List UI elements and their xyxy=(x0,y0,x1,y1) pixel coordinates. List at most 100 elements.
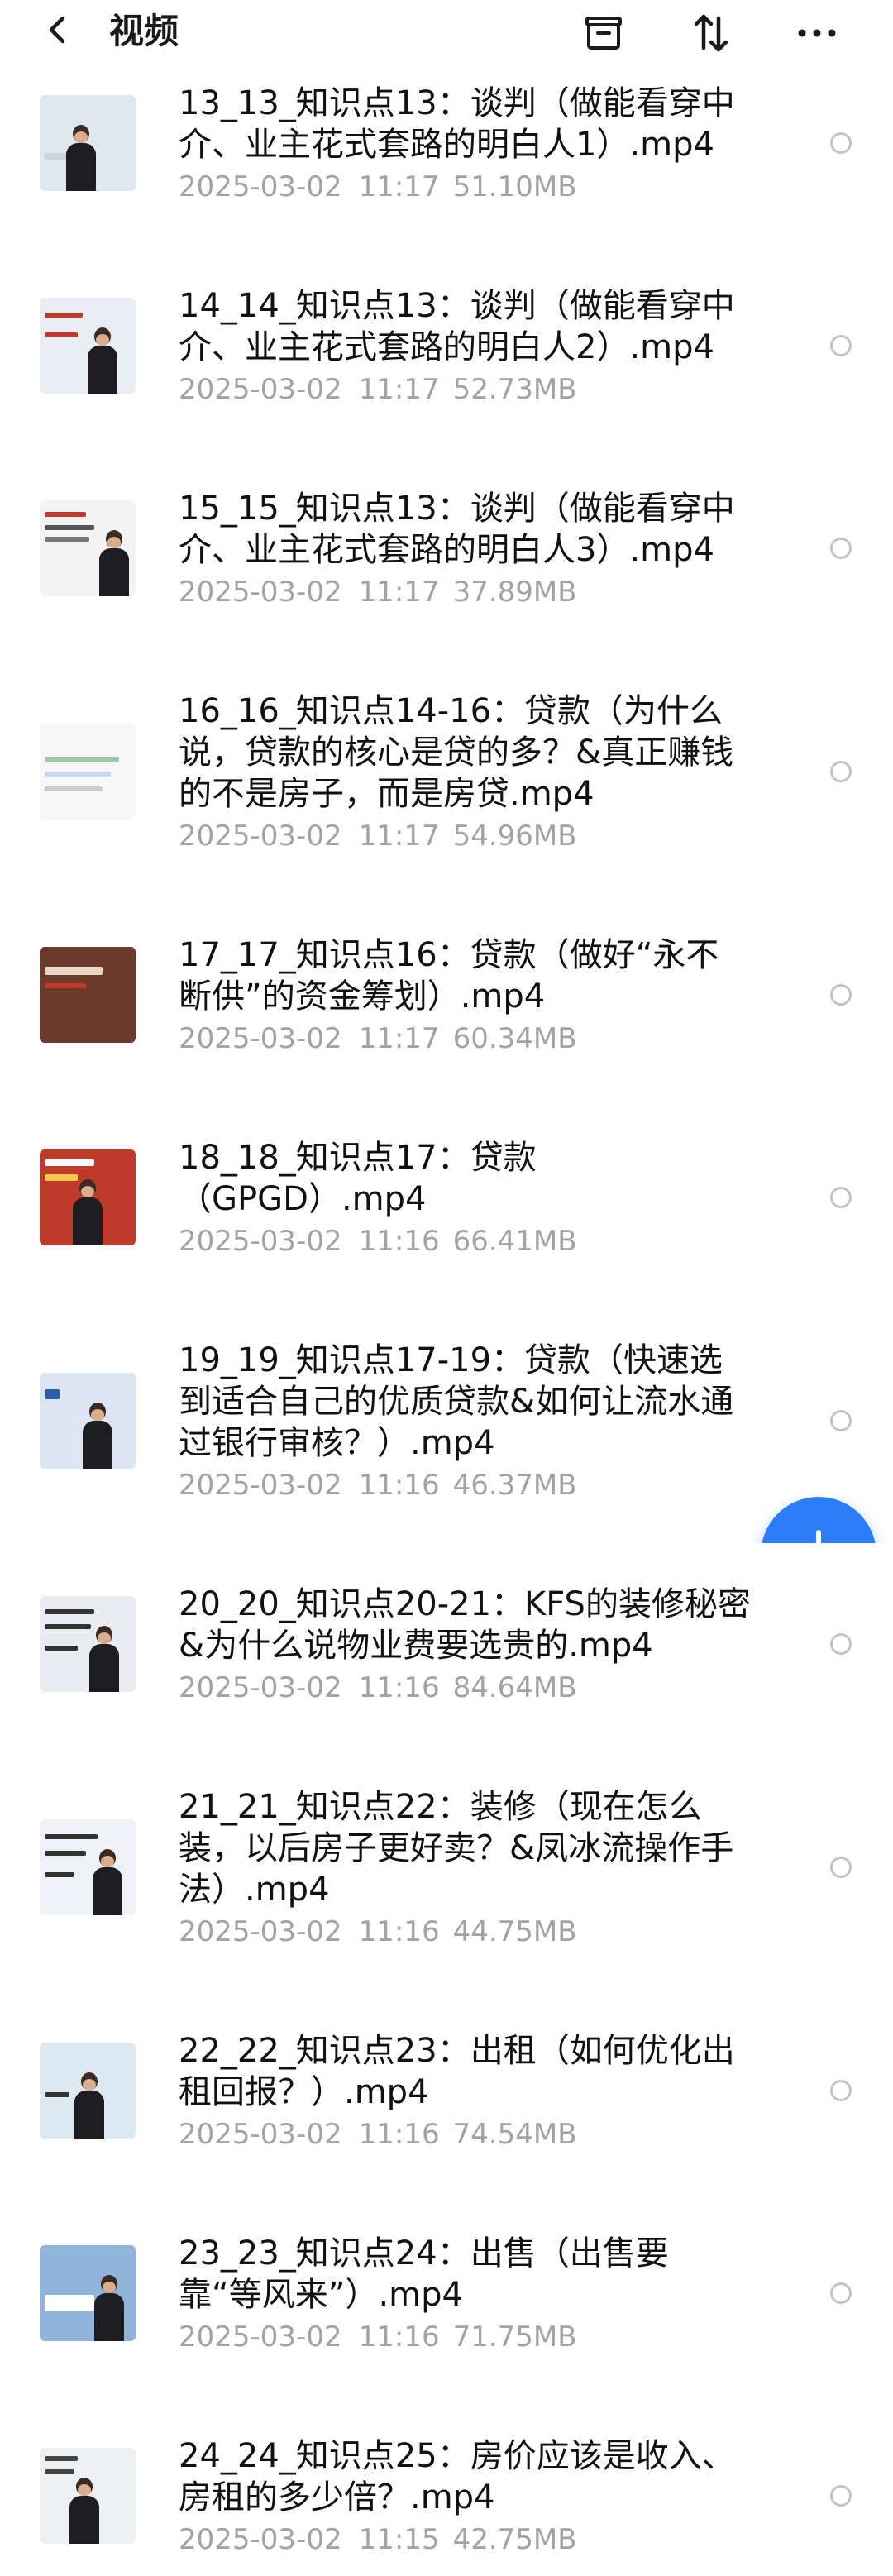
select-radio[interactable] xyxy=(830,984,852,1006)
plus-icon xyxy=(816,1530,821,1543)
file-list-item[interactable]: 18_18_知识点17：贷款 （GPGD）.mp4 2025-03-02 11:16… xyxy=(0,1137,893,1278)
file-name: 21_21_知识点22：装修（现在怎么 装，以后房子更好卖？&凤冰流操作手 法）… xyxy=(179,1788,734,1909)
select-radio[interactable] xyxy=(830,2080,852,2101)
file-name: 18_18_知识点17：贷款 （GPGD）.mp4 xyxy=(179,1139,537,1218)
file-list-item[interactable]: 21_21_知识点22：装修（现在怎么 装，以后房子更好卖？&凤冰流操作手 法）… xyxy=(0,1786,893,1968)
file-meta: 2025-03-02 11:16 71.75MB xyxy=(179,2320,577,2354)
video-thumbnail xyxy=(40,1149,136,1245)
file-name: 24_24_知识点25：房价应该是收入、 房租的多少倍？.mp4 xyxy=(179,2437,735,2516)
file-time: 11:16 xyxy=(358,1225,440,1258)
file-date: 2025-03-02 xyxy=(179,2523,342,2556)
select-radio[interactable] xyxy=(830,538,852,559)
select-radio[interactable] xyxy=(830,2282,852,2304)
file-meta: 2025-03-02 11:17 37.89MB xyxy=(179,576,577,609)
video-thumbnail xyxy=(40,1373,136,1469)
file-size: 52.73MB xyxy=(452,373,577,406)
file-meta: 2025-03-02 11:16 74.54MB xyxy=(179,2118,577,2151)
thumbnail-slide-text xyxy=(45,2456,78,2461)
select-radio[interactable] xyxy=(830,1187,852,1208)
thumbnail-speaker xyxy=(68,2474,101,2544)
file-meta: 2025-03-02 11:15 42.75MB xyxy=(179,2523,577,2556)
file-date: 2025-03-02 xyxy=(179,1225,342,1258)
video-thumbnail xyxy=(40,500,136,596)
file-time: 11:17 xyxy=(358,373,440,406)
file-name: 20_20_知识点20-21：KFS的装修秘密 &为什么说物业费要选贵的.mp4 xyxy=(179,1585,751,1665)
sort-icon[interactable] xyxy=(688,10,734,56)
file-list-item[interactable]: 14_14_知识点13：谈判（做能看穿中 介、业主花式套路的明白人2）.mp4 2… xyxy=(0,285,893,426)
file-meta: 2025-03-02 11:17 51.10MB xyxy=(179,170,577,203)
video-thumbnail xyxy=(40,298,136,394)
thumbnail-speaker xyxy=(93,2272,126,2341)
file-size: 60.34MB xyxy=(452,1022,577,1055)
thumbnail-slide-text xyxy=(45,1851,86,1856)
thumbnail-slide-text xyxy=(45,1872,74,1877)
thumbnail-slide-text xyxy=(45,967,103,975)
file-time: 11:16 xyxy=(358,1915,440,1948)
back-icon[interactable] xyxy=(43,15,73,45)
thumbnail-slide-text xyxy=(45,1646,78,1651)
file-list-item[interactable]: 22_22_知识点23：出租（如何优化出 租回报？）.mp4 2025-03-02… xyxy=(0,2030,893,2171)
file-time: 11:17 xyxy=(358,170,440,203)
select-radio[interactable] xyxy=(830,761,852,782)
file-meta: 2025-03-02 11:17 54.96MB xyxy=(179,820,577,853)
file-meta: 2025-03-02 11:16 84.64MB xyxy=(179,1671,577,1704)
more-icon[interactable] xyxy=(794,10,840,56)
thumbnail-slide-text xyxy=(45,1834,98,1839)
file-meta: 2025-03-02 11:17 60.34MB xyxy=(179,1022,577,1055)
file-size: 66.41MB xyxy=(452,1225,577,1258)
file-meta: 2025-03-02 11:16 44.75MB xyxy=(179,1915,577,1948)
thumbnail-slide-text xyxy=(45,2295,94,2311)
thumbnail-slide-text xyxy=(45,757,119,762)
file-date: 2025-03-02 xyxy=(179,170,342,203)
file-name: 17_17_知识点16：贷款（做好“永不 断供”的资金筹划）.mp4 xyxy=(179,936,719,1016)
thumbnail-speaker xyxy=(81,1399,114,1469)
file-date: 2025-03-02 xyxy=(179,1671,342,1704)
file-date: 2025-03-02 xyxy=(179,2118,342,2151)
thumbnail-slide-text xyxy=(45,537,89,542)
file-list-item[interactable]: 13_13_知识点13：谈判（做能看穿中 介、业主花式套路的明白人1）.mp4 2… xyxy=(0,83,893,223)
video-thumbnail xyxy=(40,2245,136,2341)
file-size: 84.64MB xyxy=(452,1671,577,1704)
file-list-item[interactable]: 23_23_知识点24：出售（出售要 靠“等风来”）.mp4 2025-03-02… xyxy=(0,2233,893,2373)
file-time: 11:16 xyxy=(358,1671,440,1704)
video-thumbnail xyxy=(40,1819,136,1915)
file-time: 11:17 xyxy=(358,1022,440,1055)
file-size: 42.75MB xyxy=(452,2523,577,2556)
file-list-item[interactable]: 17_17_知识点16：贷款（做好“永不 断供”的资金筹划）.mp4 2025-0… xyxy=(0,934,893,1075)
video-thumbnail xyxy=(40,95,136,191)
file-time: 11:17 xyxy=(358,820,440,853)
add-button[interactable] xyxy=(761,1497,876,1543)
file-list-item[interactable]: 15_15_知识点13：谈判（做能看穿中 介、业主花式套路的明白人3）.mp4 2… xyxy=(0,488,893,628)
file-list-item[interactable]: 20_20_知识点20-21：KFS的装修秘密 &为什么说物业费要选贵的.mp4… xyxy=(0,1584,893,1724)
file-name: 23_23_知识点24：出售（出售要 靠“等风来”）.mp4 xyxy=(179,2234,669,2314)
file-time: 11:16 xyxy=(358,2118,440,2151)
file-date: 2025-03-02 xyxy=(179,1022,342,1055)
select-radio[interactable] xyxy=(830,132,852,154)
select-radio[interactable] xyxy=(830,335,852,356)
file-size: 74.54MB xyxy=(452,2118,577,2151)
select-radio[interactable] xyxy=(830,1633,852,1655)
file-time: 11:15 xyxy=(358,2523,440,2556)
select-radio[interactable] xyxy=(830,1410,852,1431)
file-list-item[interactable]: 16_16_知识点14-16：贷款（为什么 说，贷款的核心是贷的多？&真正赚钱 … xyxy=(0,691,893,872)
file-date: 2025-03-02 xyxy=(179,820,342,853)
file-time: 11:17 xyxy=(358,576,440,609)
select-radio[interactable] xyxy=(830,2485,852,2507)
thumbnail-speaker xyxy=(88,1623,121,1692)
thumbnail-slide-text xyxy=(45,983,86,988)
thumbnail-slide-text xyxy=(45,2092,69,2097)
file-name: 14_14_知识点13：谈判（做能看穿中 介、业主花式套路的明白人2）.mp4 xyxy=(179,287,735,366)
file-size: 71.75MB xyxy=(452,2320,577,2354)
archive-icon[interactable] xyxy=(580,10,627,56)
file-name: 16_16_知识点14-16：贷款（为什么 说，贷款的核心是贷的多？&真正赚钱 … xyxy=(179,692,734,813)
file-date: 2025-03-02 xyxy=(179,373,342,406)
file-size: 37.89MB xyxy=(452,576,577,609)
select-radio[interactable] xyxy=(830,1857,852,1878)
file-list-item[interactable]: 19_19_知识点17-19：贷款（快速选 到适合自己的优质贷款&如何让流水通 … xyxy=(0,1340,893,1522)
file-name: 19_19_知识点17-19：贷款（快速选 到适合自己的优质贷款&如何让流水通 … xyxy=(179,1341,734,1462)
thumbnail-slide-text xyxy=(45,1159,94,1166)
file-name: 13_13_知识点13：谈判（做能看穿中 介、业主花式套路的明白人1）.mp4 xyxy=(179,84,735,164)
file-size: 54.96MB xyxy=(452,820,577,853)
file-list-item[interactable]: 24_24_知识点25：房价应该是收入、 房租的多少倍？.mp4 2025-03-… xyxy=(0,2435,893,2576)
thumbnail-speaker xyxy=(91,1846,124,1915)
